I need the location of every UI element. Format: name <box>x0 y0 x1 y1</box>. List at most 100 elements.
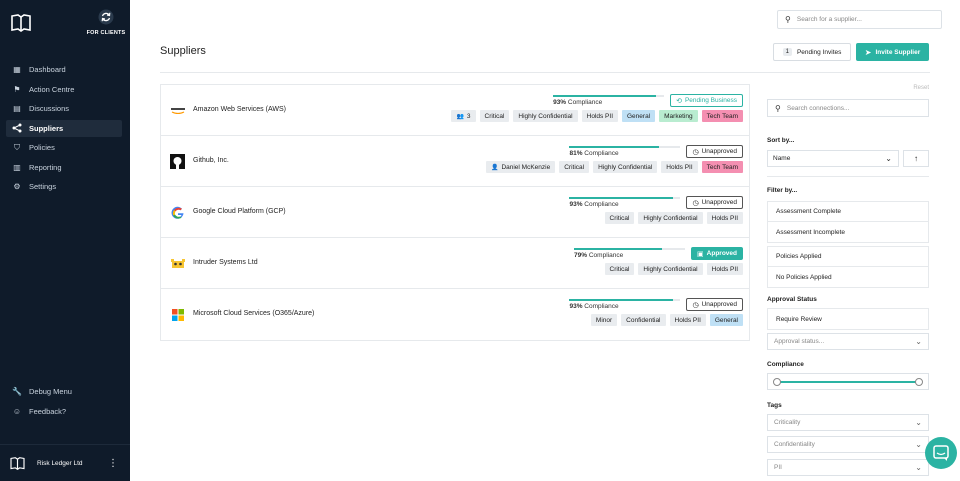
supplier-tag-text: Tech Team <box>706 163 738 171</box>
supplier-name[interactable]: Microsoft Cloud Services (O365/Azure) <box>193 310 314 317</box>
compliance-slider-max-handle[interactable] <box>915 378 923 386</box>
book-logo-icon[interactable] <box>11 14 31 32</box>
status-text: Approved <box>706 250 737 257</box>
compliance-bar <box>574 248 686 250</box>
chevron-down-icon: ⌄ <box>915 463 922 472</box>
supplier-tag: Highly Confidential <box>638 263 703 275</box>
chevron-down-icon: ⌄ <box>915 440 922 449</box>
filter-option-no-policies-applied[interactable]: No Policies Applied <box>768 267 928 287</box>
supplier-tag: Critical <box>479 110 510 122</box>
supplier-tag-text: Holds PII <box>711 265 738 273</box>
invite-supplier-button[interactable]: ➤ Invite Supplier <box>856 43 929 61</box>
supplier-tag-text: General <box>627 112 651 120</box>
filter-option-assessment-incomplete[interactable]: Assessment Incomplete <box>768 222 928 242</box>
sort-select[interactable]: Name ⌄ <box>767 150 899 167</box>
status-badge[interactable]: ◷ Unapproved <box>686 196 743 209</box>
tags-label: Tags <box>767 402 782 409</box>
status-badge[interactable]: ◷ Unapproved <box>686 145 743 158</box>
supplier-tag-text: Critical <box>484 112 505 120</box>
sidebar-item-policies[interactable]: ⛉ Policies <box>6 139 122 156</box>
invite-supplier-label: Invite Supplier <box>875 48 921 56</box>
supplier-tag-text: Highly Confidential <box>643 265 698 273</box>
sidebar-item-debug-menu[interactable]: 🔧 Debug Menu <box>6 383 122 400</box>
pending-icon: ⟲ <box>676 97 682 105</box>
client-switch[interactable]: FOR CLIENTS <box>86 9 126 36</box>
supplier-tag-text: Highly Confidential <box>598 163 653 171</box>
supplier-tags: Minor Confidential Holds PII General <box>587 314 743 326</box>
supplier-tag-text: Holds PII <box>666 163 693 171</box>
confidentiality-placeholder: Confidentiality <box>774 441 815 448</box>
supplier-tag-text: Tech Team <box>706 112 738 120</box>
compliance-label: Compliance <box>767 361 804 368</box>
sidebar-item-action-centre[interactable]: ⚑ Action Centre <box>6 81 122 98</box>
supplier-tag: Marketing <box>659 110 698 122</box>
clock-icon: ◷ <box>692 148 699 156</box>
status-badge[interactable]: ◷ Unapproved <box>686 298 743 311</box>
sidebar-item-dashboard[interactable]: ▦ Dashboard <box>6 61 122 78</box>
supplier-name[interactable]: Amazon Web Services (AWS) <box>193 106 286 113</box>
sidebar-item-label: Debug Menu <box>29 387 72 396</box>
dashboard-icon: ▦ <box>13 65 21 74</box>
github-logo-icon <box>170 154 185 169</box>
pending-invites-button[interactable]: 1 Pending Invites <box>773 43 851 61</box>
sidebar-item-label: Dashboard <box>29 65 66 74</box>
supplier-row[interactable]: Microsoft Cloud Services (O365/Azure) 93… <box>161 289 749 340</box>
account-switcher[interactable]: Risk Ledger Ltd ⋮ <box>0 444 130 481</box>
supplier-meta: 81% Compliance ◷ Unapproved 👤 Daniel McKe… <box>482 145 743 173</box>
chat-launcher-button[interactable] <box>925 437 957 469</box>
compliance-bar <box>569 197 681 199</box>
confidentiality-select[interactable]: Confidentiality ⌄ <box>767 436 929 453</box>
compliance-value: 93% <box>569 201 583 208</box>
sidebar-item-reporting[interactable]: ▥ Reporting <box>6 159 122 176</box>
arrow-up-icon: ↑ <box>914 154 918 163</box>
compliance-slider-min-handle[interactable] <box>773 378 781 386</box>
filter-option-require-review[interactable]: Require Review <box>768 309 928 329</box>
connection-search-input[interactable]: ⚲ Search connections... <box>767 99 929 117</box>
pii-select[interactable]: PII ⌄ <box>767 459 929 476</box>
supplier-tag: Highly Confidential <box>593 161 658 173</box>
approval-status-select[interactable]: Approval status... ⌄ <box>767 333 929 350</box>
supplier-tag-text: Holds PII <box>674 316 701 324</box>
approval-status-label: Approval Status <box>767 296 817 303</box>
sidebar-item-feedback[interactable]: ☺ Feedback? <box>6 403 122 420</box>
supplier-row[interactable]: Google Cloud Platform (GCP) 93% Complian… <box>161 187 749 238</box>
sidebar-item-settings[interactable]: ⚙ Settings <box>6 178 122 195</box>
supplier-row[interactable]: Amazon Web Services (AWS) 93% Compliance… <box>161 85 749 136</box>
supplier-name[interactable]: Intruder Systems Ltd <box>193 259 258 266</box>
sidebar-item-discussions[interactable]: ▤ Discussions <box>6 100 122 117</box>
more-vertical-icon[interactable]: ⋮ <box>106 458 120 469</box>
users-icon: 👥 <box>456 113 464 120</box>
supplier-row[interactable]: Github, Inc. 81% Compliance ◷ Unapproved… <box>161 136 749 187</box>
supplier-tag-text: Highly Confidential <box>518 112 573 120</box>
supplier-tag: 👥 3 <box>451 110 476 122</box>
supplier-search-input[interactable]: ⚲ Search for a supplier... <box>777 10 942 29</box>
sort-direction-button[interactable]: ↑ <box>903 150 929 167</box>
compliance-bar-fill <box>553 95 657 97</box>
compliance-text: Compliance <box>567 99 603 106</box>
filter-option-assessment-complete[interactable]: Assessment Complete <box>768 202 928 222</box>
supplier-tags: 👥 3 Critical Highly Confidential Holds PII Ge… <box>447 110 743 122</box>
wrench-icon: 🔧 <box>12 387 22 396</box>
account-name: Risk Ledger Ltd <box>37 459 83 467</box>
sidebar-item-suppliers[interactable]: Suppliers <box>6 119 122 137</box>
compliance-value: 79% <box>574 252 588 259</box>
supplier-meta: 93% Compliance ⟲ Pending Business 👥 3 Crit… <box>447 94 743 122</box>
supplier-row[interactable]: Intruder Systems Ltd 79% Compliance ▣ Ap… <box>161 238 749 289</box>
filter-option-policies-applied[interactable]: Policies Applied <box>768 247 928 267</box>
compliance-text: Compliance <box>584 150 619 157</box>
supplier-name[interactable]: Google Cloud Platform (GCP) <box>193 208 286 215</box>
google-logo-icon <box>170 205 185 220</box>
sidebar-item-label: Action Centre <box>29 84 75 94</box>
approval-status-placeholder: Approval status... <box>774 338 825 345</box>
compliance-text: Compliance <box>584 201 619 208</box>
reset-filters-link[interactable]: Reset <box>913 85 929 91</box>
supplier-tag: Holds PII <box>661 161 698 173</box>
supplier-name[interactable]: Github, Inc. <box>193 157 229 164</box>
chevron-down-icon: ⌄ <box>915 337 922 346</box>
status-badge[interactable]: ▣ Approved <box>691 247 743 260</box>
status-badge[interactable]: ⟲ Pending Business <box>670 94 743 107</box>
compliance-range-slider[interactable] <box>767 373 929 390</box>
supplier-tag-text: General <box>714 316 738 324</box>
compliance-indicator: 79% Compliance <box>574 248 686 259</box>
criticality-select[interactable]: Criticality ⌄ <box>767 414 929 431</box>
